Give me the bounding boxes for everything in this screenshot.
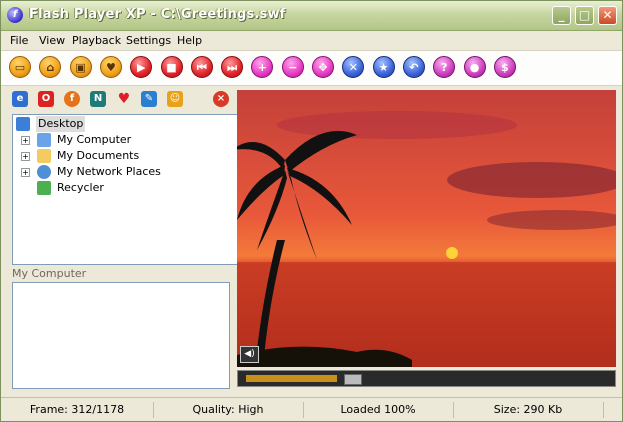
expand-icon[interactable]: + (21, 168, 30, 177)
computer-icon (37, 133, 51, 147)
menu-file[interactable]: File (10, 34, 28, 47)
zoom-in-icon[interactable]: + (251, 56, 274, 78)
tree-label-my-network-places: My Network Places (57, 165, 161, 178)
star-icon[interactable]: ★ (372, 56, 395, 78)
swf-icon[interactable]: ☺ (167, 91, 183, 107)
menu-bar: File View Playback Settings Help (1, 31, 622, 49)
status-size: Size: 290 Kb (453, 402, 604, 418)
internet-explorer-icon[interactable]: e (12, 91, 28, 107)
back-arrow-icon[interactable]: ↶ (402, 56, 425, 78)
help-icon[interactable]: ? (433, 56, 456, 78)
menu-playback[interactable]: Playback (72, 34, 121, 47)
netscape-icon[interactable]: N (90, 91, 106, 107)
sound-toggle-button[interactable]: ◀) (240, 346, 259, 363)
fit-icon[interactable]: ✥ (312, 56, 334, 78)
expand-icon[interactable]: + (21, 152, 30, 161)
tree-label-my-documents: My Documents (57, 149, 140, 162)
flash-movie-viewer[interactable]: ◀) (237, 90, 616, 367)
open-folder-icon[interactable]: ▭ (9, 56, 31, 78)
desktop-icon (16, 117, 30, 131)
file-list[interactable] (12, 282, 230, 389)
favorites-heart-icon[interactable]: ♥ (116, 91, 132, 107)
tools-icon[interactable]: ✕ (342, 56, 365, 78)
status-bar: Frame: 312/1178 Quality: High Loaded 100… (1, 397, 622, 422)
close-button[interactable]: ✕ (598, 6, 617, 25)
expand-icon[interactable]: + (21, 136, 30, 145)
maximize-button[interactable]: □ (575, 6, 594, 25)
selected-folder-label: My Computer (12, 267, 87, 280)
opera-icon[interactable]: O (38, 91, 54, 107)
progress-fill (246, 375, 337, 382)
browser-panel: e O f N ♥ ✎ ☺ × Desktop + My Computer + … (1, 86, 257, 392)
folder-tree: Desktop + My Computer + My Documents + M… (12, 114, 257, 265)
money-icon[interactable]: $ (493, 56, 516, 78)
menu-view[interactable]: View (39, 34, 65, 47)
menu-help[interactable]: Help (177, 34, 202, 47)
main-toolbar: ▭ ⌂ ▣ ♥ ▶ ■ ⏮ ⏭ + − ✥ ✕ ★ ↶? ● $ (1, 50, 622, 86)
close-panel-icon[interactable]: × (213, 91, 229, 107)
edit-icon[interactable]: ✎ (141, 91, 157, 107)
status-frame: Frame: 312/1178 (1, 402, 154, 418)
play-icon[interactable]: ▶ (130, 56, 153, 78)
save-disk-icon[interactable]: ▣ (69, 56, 92, 78)
menu-settings[interactable]: Settings (126, 34, 171, 47)
favorite-heart-icon[interactable]: ♥ (99, 56, 122, 78)
browser-toolbar: e O f N ♥ ✎ ☺ × (1, 86, 235, 112)
zoom-out-icon[interactable]: − (281, 56, 304, 78)
home-icon[interactable]: ⌂ (39, 56, 62, 78)
status-quality: Quality: High (153, 402, 304, 418)
tree-label-my-computer: My Computer (57, 133, 132, 146)
main-window: f Flash Player XP - C:\Greetings.swf _ □… (0, 0, 623, 422)
playback-progress-bar[interactable] (237, 370, 616, 387)
window-title: Flash Player XP - C:\Greetings.swf (29, 7, 286, 22)
sunset-palm-image (237, 90, 616, 367)
tree-label-recycler: Recycler (57, 181, 104, 194)
title-bar[interactable]: f Flash Player XP - C:\Greetings.swf _ □… (1, 1, 622, 31)
recycle-bin-icon (37, 181, 51, 195)
next-frame-icon[interactable]: ⏭ (221, 56, 244, 78)
minimize-button[interactable]: _ (552, 6, 571, 25)
stop-icon[interactable]: ■ (160, 56, 183, 78)
status-loaded: Loaded 100% (303, 402, 454, 418)
progress-thumb[interactable] (344, 374, 362, 385)
firefox-icon[interactable]: f (64, 91, 80, 107)
documents-folder-icon (37, 149, 51, 163)
tree-label-desktop: Desktop (36, 116, 86, 132)
flash-player-app-icon: f (7, 7, 23, 23)
network-icon (37, 165, 51, 179)
user-icon[interactable]: ● (463, 56, 486, 78)
previous-frame-icon[interactable]: ⏮ (190, 56, 213, 78)
